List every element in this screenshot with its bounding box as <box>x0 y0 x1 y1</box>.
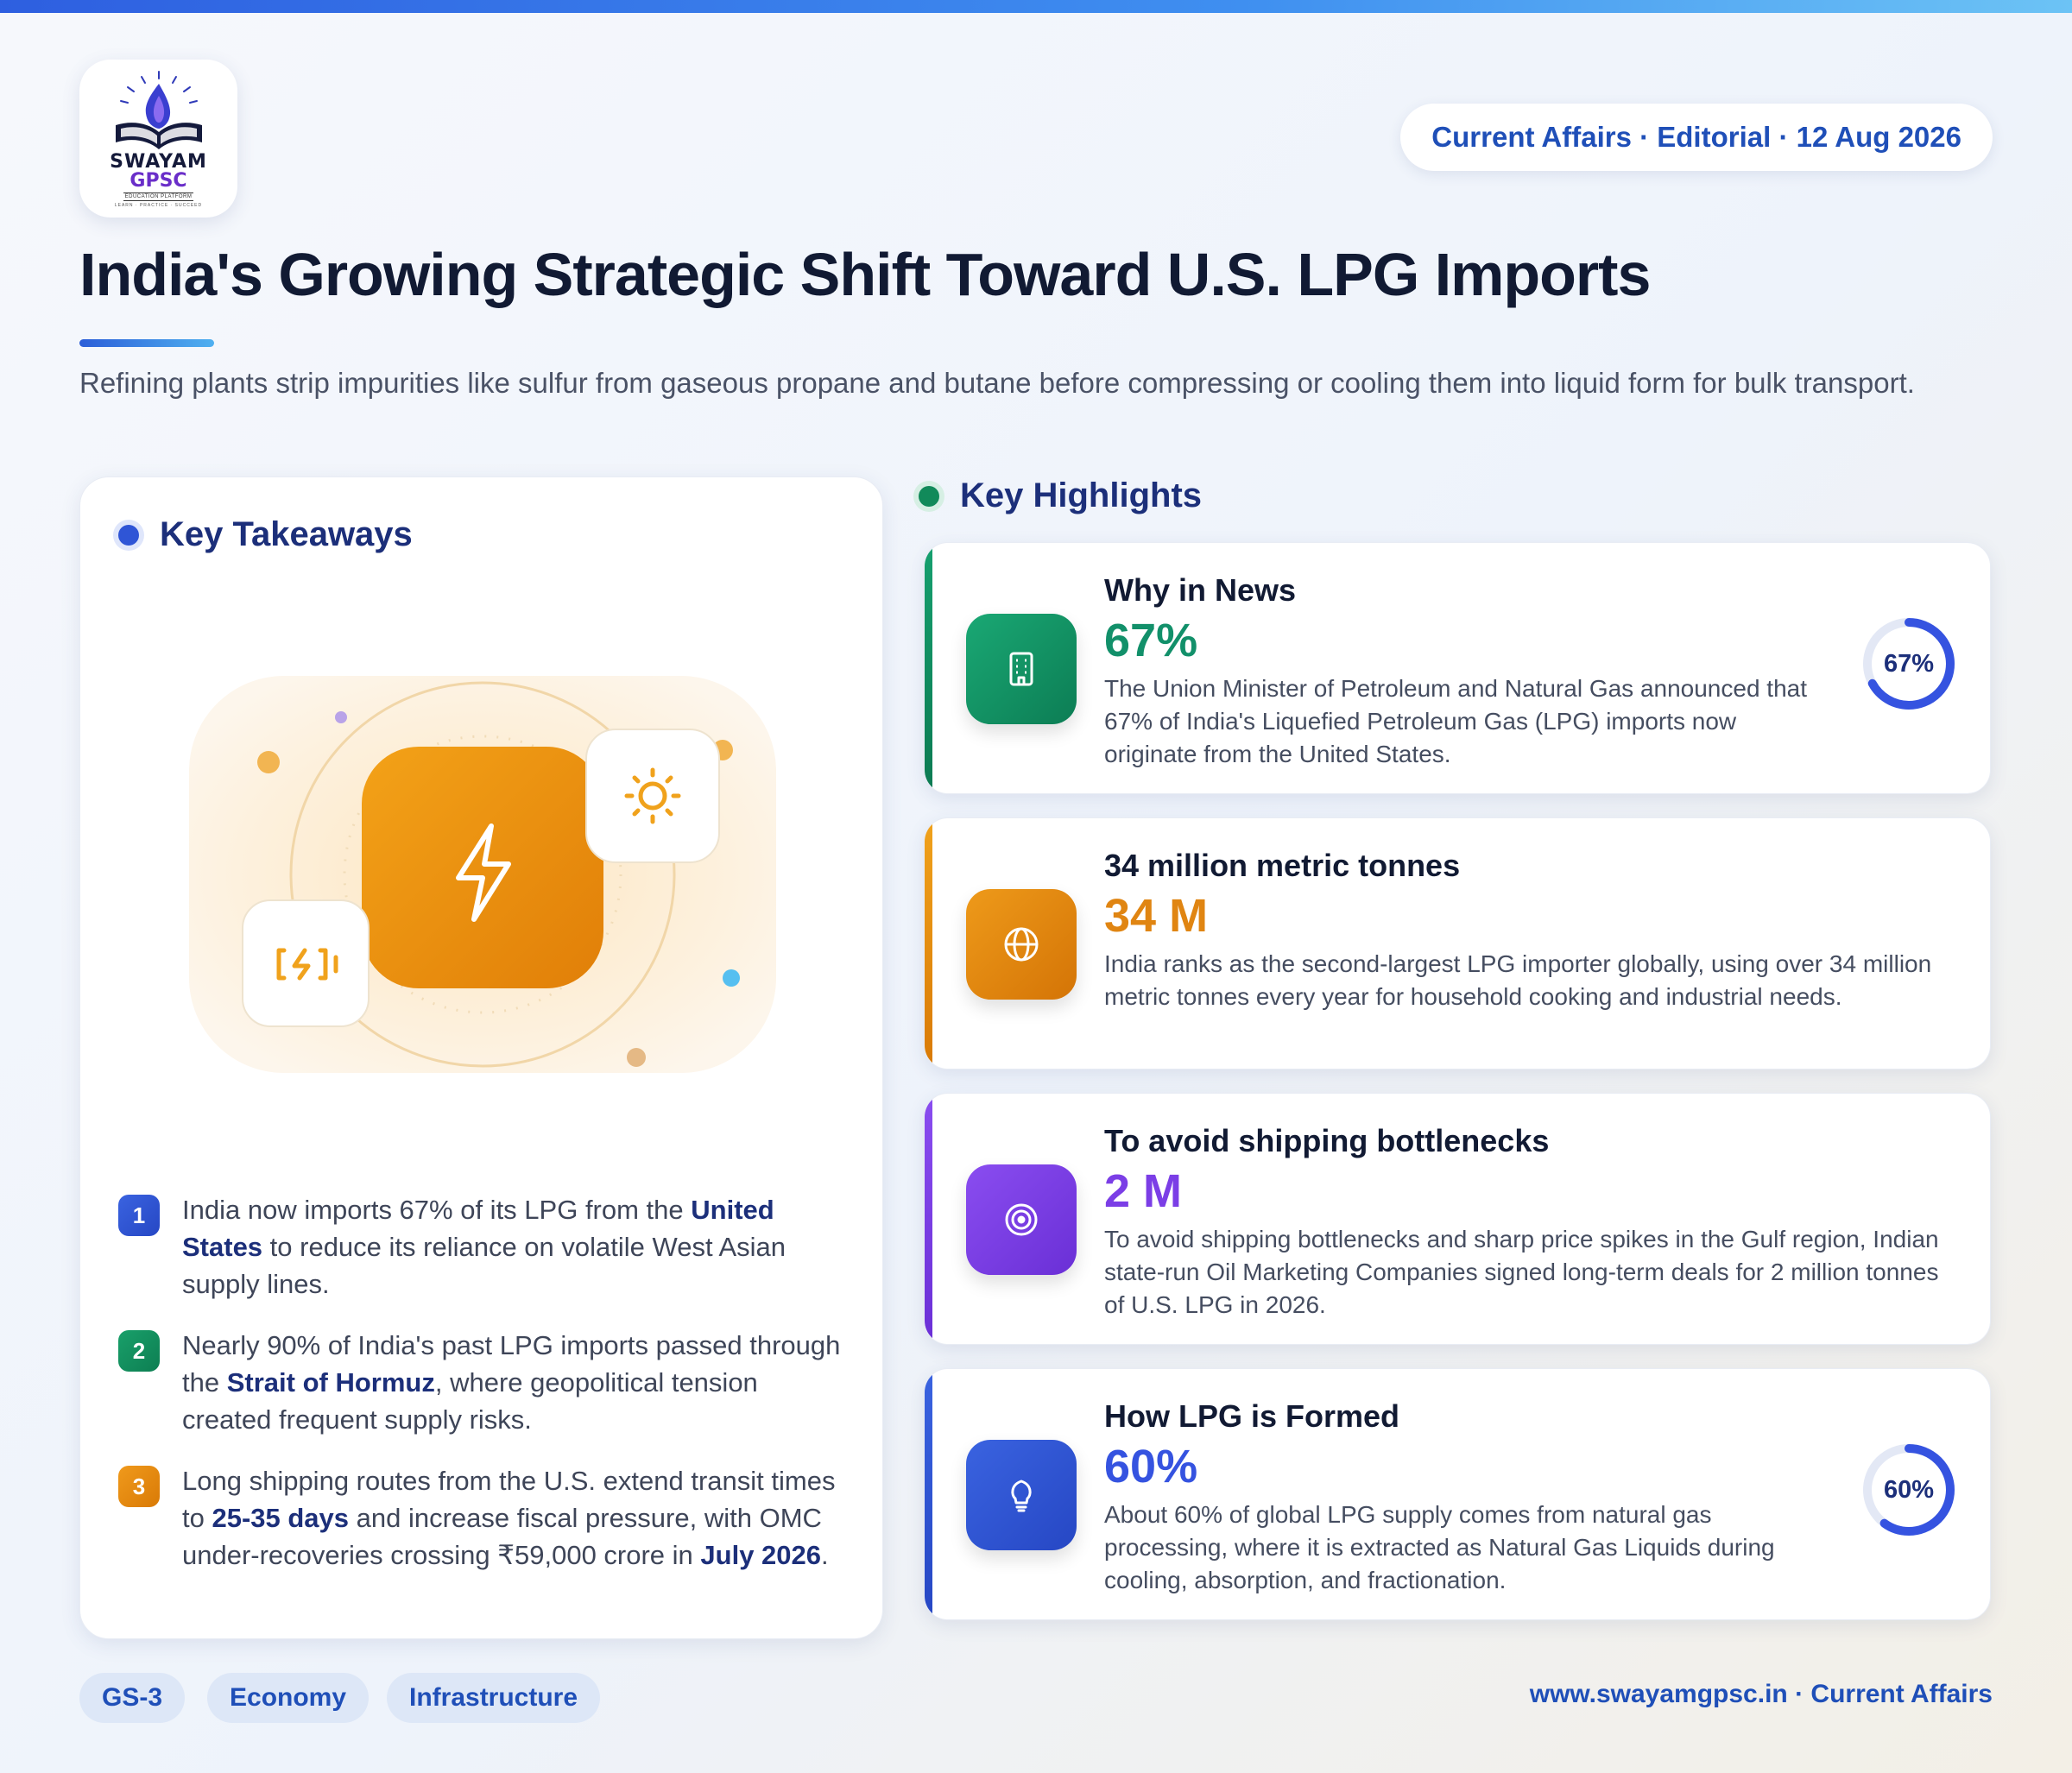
highlight-title: How LPG is Formed <box>1104 1398 1400 1434</box>
main-energy-tile <box>362 747 603 988</box>
takeaway-text: Nearly 90% of India's past LPG imports p… <box>182 1330 841 1435</box>
section-dot <box>118 524 139 546</box>
decor-dot <box>723 969 740 987</box>
highlight-description: To avoid shipping bottlenecks and sharp … <box>1104 1226 1939 1318</box>
key-takeaways-heading: Key Takeaways <box>118 515 413 554</box>
decor-dot <box>335 711 347 723</box>
highlight-title: To avoid shipping bottlenecks <box>1104 1123 1550 1158</box>
page-subtitle: Refining plants strip impurities like su… <box>79 367 1915 399</box>
battery-tile <box>242 899 370 1027</box>
takeaway-emphasis: July 2026 <box>700 1540 822 1570</box>
takeaway-number-badge: 3 <box>118 1466 160 1507</box>
highlight-description: About 60% of global LPG supply comes fro… <box>1104 1501 1775 1593</box>
key-highlights-heading: Key Highlights <box>919 476 1202 515</box>
decor-dot <box>257 751 280 773</box>
tag-chip[interactable]: GS-3 <box>79 1673 186 1723</box>
takeaway-number-badge: 2 <box>118 1330 160 1372</box>
card-accent-bar <box>925 818 932 1069</box>
progress-ring: 67% <box>1862 617 1955 710</box>
logo-name-line2: GPSC <box>130 169 187 192</box>
highlight-value: 67% <box>1104 615 1198 666</box>
key-takeaways-title: Key Takeaways <box>160 515 413 553</box>
highlight-description: The Union Minister of Petroleum and Natu… <box>1104 675 1808 767</box>
takeaway-item: 2 Nearly 90% of India's past LPG imports… <box>118 1327 852 1438</box>
lightbulb-icon <box>966 1440 1077 1550</box>
highlight-card-why-in-news: Why in News 67% The Union Minister of Pe… <box>924 542 1991 794</box>
globe-icon <box>966 889 1077 1000</box>
takeaway-text: India now imports 67% of its LPG from th… <box>182 1195 786 1299</box>
takeaway-emphasis: 25-35 days <box>212 1503 350 1533</box>
brand-logo: SWAYAM GPSC EDUCATION PLATFORM LEARN · P… <box>79 60 237 218</box>
progress-ring-label: 60% <box>1883 1475 1935 1504</box>
date-chip: Current Affairs · Editorial · 12 Aug 202… <box>1400 104 1993 171</box>
highlight-value: 2 M <box>1104 1165 1183 1217</box>
footer-website-link[interactable]: www.swayamgpsc.in · Current Affairs <box>1530 1680 1993 1709</box>
tag-chip[interactable]: Economy <box>207 1673 370 1723</box>
logo-name-line1: SWAYAM <box>110 150 207 173</box>
key-highlights-title: Key Highlights <box>960 476 1203 514</box>
takeaways-list: 1 India now imports 67% of its LPG from … <box>118 1191 852 1598</box>
top-accent-bar <box>0 0 2072 13</box>
highlight-description: India ranks as the second-largest LPG im… <box>1104 950 1932 1010</box>
highlight-title: Why in News <box>1104 572 1297 608</box>
takeaway-item: 3 Long shipping routes from the U.S. ext… <box>118 1462 852 1574</box>
progress-ring-label: 67% <box>1883 649 1935 678</box>
section-dot <box>919 485 939 507</box>
highlight-value: 60% <box>1104 1441 1198 1492</box>
card-accent-bar <box>925 1369 932 1619</box>
takeaway-emphasis: Strait of Hormuz <box>226 1367 435 1398</box>
takeaway-item: 1 India now imports 67% of its LPG from … <box>118 1191 852 1303</box>
building-icon <box>966 614 1077 724</box>
highlight-card-shipping: To avoid shipping bottlenecks 2 M To avo… <box>924 1093 1991 1345</box>
logo-motto: LEARN · PRACTICE · SUCCEED <box>114 202 203 208</box>
highlight-card-lpg-formation: How LPG is Formed 60% About 60% of globa… <box>924 1368 1991 1620</box>
key-takeaways-card: Key Takeaways 1 India now imports 67% of… <box>79 476 883 1639</box>
highlight-title: 34 million metric tonnes <box>1104 848 1461 883</box>
sun-tile <box>585 729 720 863</box>
card-accent-bar <box>925 543 932 793</box>
title-underline <box>79 339 214 347</box>
takeaway-text: Long shipping routes from the U.S. exten… <box>182 1466 836 1570</box>
progress-ring: 60% <box>1862 1443 1955 1536</box>
card-accent-bar <box>925 1094 932 1344</box>
highlight-value: 34 M <box>1104 890 1209 942</box>
flame-book-icon <box>115 70 202 149</box>
logo-tagline: EDUCATION PLATFORM <box>123 192 194 201</box>
decor-dot <box>627 1048 646 1067</box>
target-icon <box>966 1164 1077 1275</box>
energy-illustration <box>189 676 776 1073</box>
takeaway-number-badge: 1 <box>118 1195 160 1236</box>
tag-chip[interactable]: Infrastructure <box>387 1673 601 1723</box>
page-title: India's Growing Strategic Shift Toward U… <box>79 241 1651 308</box>
highlight-card-consumption: 34 million metric tonnes 34 M India rank… <box>924 817 1991 1069</box>
